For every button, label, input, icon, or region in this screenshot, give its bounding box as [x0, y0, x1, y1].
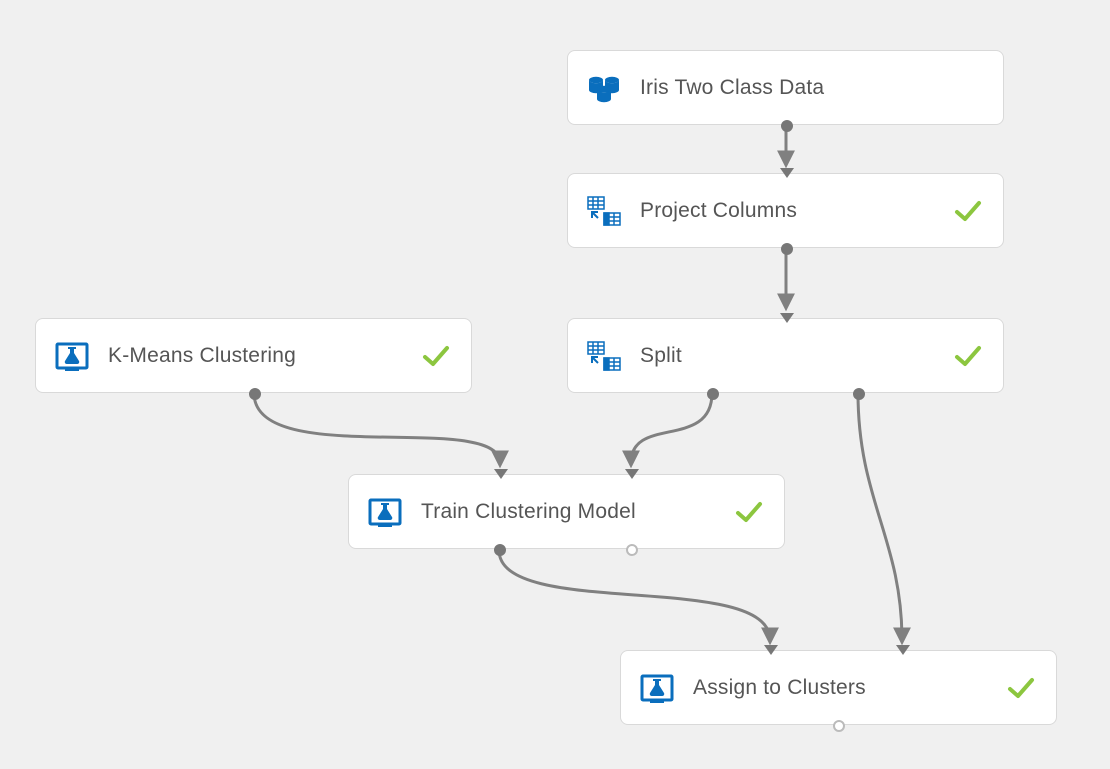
- input-port-1[interactable]: [764, 645, 778, 655]
- node-label: K-Means Clustering: [108, 344, 411, 368]
- output-port-2[interactable]: [626, 544, 638, 556]
- output-port-2[interactable]: [853, 388, 865, 400]
- output-port[interactable]: [833, 720, 845, 732]
- node-iris-two-class-data[interactable]: Iris Two Class Data: [567, 50, 1004, 125]
- node-label: Split: [640, 344, 943, 368]
- node-train-clustering-model[interactable]: Train Clustering Model: [348, 474, 785, 549]
- output-port[interactable]: [249, 388, 261, 400]
- input-port-2[interactable]: [896, 645, 910, 655]
- edge-split-to-train: [631, 393, 712, 463]
- edge-kmeans-to-train: [254, 393, 500, 463]
- status-success-icon: [734, 497, 764, 527]
- input-port-2[interactable]: [625, 469, 639, 479]
- experiment-flask-icon: [54, 338, 90, 374]
- edge-train-to-assign: [499, 550, 770, 640]
- input-port[interactable]: [780, 313, 794, 323]
- node-project-columns[interactable]: Project Columns: [567, 173, 1004, 248]
- status-success-icon: [421, 341, 451, 371]
- edge-split-to-assign: [858, 393, 902, 640]
- output-port-1[interactable]: [707, 388, 719, 400]
- input-port-1[interactable]: [494, 469, 508, 479]
- status-success-icon: [1006, 673, 1036, 703]
- node-split[interactable]: Split: [567, 318, 1004, 393]
- node-kmeans-clustering[interactable]: K-Means Clustering: [35, 318, 472, 393]
- experiment-flask-icon: [639, 670, 675, 706]
- experiment-canvas[interactable]: Iris Two Class Data: [0, 0, 1110, 769]
- output-port[interactable]: [781, 243, 793, 255]
- output-port[interactable]: [781, 120, 793, 132]
- project-columns-icon: [586, 193, 622, 229]
- database-icon: [586, 70, 622, 106]
- status-success-icon: [953, 196, 983, 226]
- output-port-1[interactable]: [494, 544, 506, 556]
- node-label: Project Columns: [640, 199, 943, 223]
- node-label: Assign to Clusters: [693, 676, 996, 700]
- node-label: Iris Two Class Data: [640, 76, 983, 100]
- input-port[interactable]: [780, 168, 794, 178]
- status-success-icon: [953, 341, 983, 371]
- experiment-flask-icon: [367, 494, 403, 530]
- node-assign-to-clusters[interactable]: Assign to Clusters: [620, 650, 1057, 725]
- node-label: Train Clustering Model: [421, 500, 724, 524]
- project-columns-icon: [586, 338, 622, 374]
